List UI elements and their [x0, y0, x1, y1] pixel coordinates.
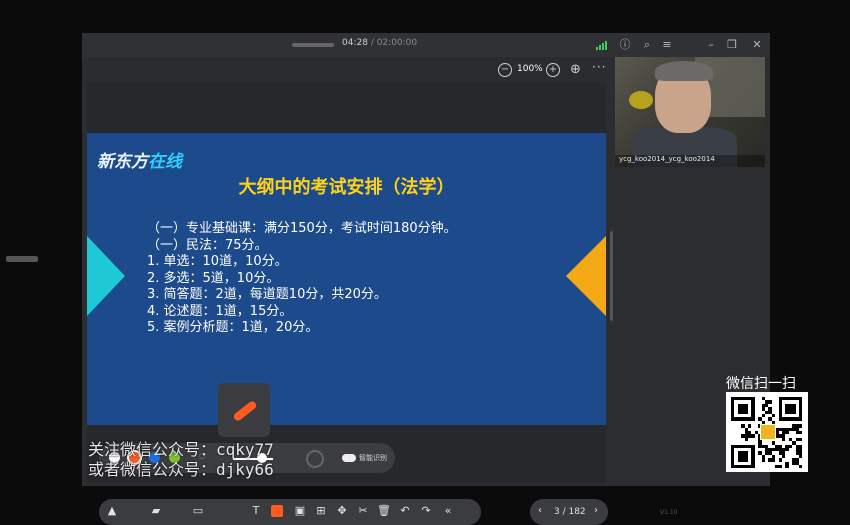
slide-line: 5. 案例分析题：1道，20分。 — [147, 320, 319, 335]
menu-icon[interactable]: ≡ — [660, 38, 674, 52]
watermark-line-2: 或者微信公众号：djky66 — [88, 460, 274, 479]
prev-slide-arrow[interactable] — [87, 236, 125, 316]
slide: 新东方在线 大纲中的考试安排（法学） （一）专业基础课：满分150分，考试时间1… — [87, 133, 606, 425]
qr-code — [726, 392, 808, 472]
zoom-out-icon[interactable]: − — [498, 63, 512, 77]
zoom-level: 100% — [517, 64, 543, 74]
smart-recognition-toggle[interactable] — [342, 454, 356, 462]
zoom-in-icon[interactable]: + — [546, 63, 560, 77]
player-window: 04:28 / 02:00:00 ⓘ ⌕ ≡ – ❐ ✕ − 100% + ⊕ … — [82, 33, 770, 525]
page-navigator: ‹ 3 / 182 › — [530, 499, 608, 525]
time-current: 04:28 — [342, 38, 368, 48]
more-icon[interactable]: ··· — [592, 60, 606, 74]
stroke-preview-icon — [306, 450, 324, 468]
teacher-video[interactable]: ycg_koo2014_ycg_koo2014 — [615, 57, 765, 167]
playback-progress[interactable] — [292, 43, 334, 47]
slide-area: 新东方在线 大纲中的考试安排（法学） （一）专业基础课：满分150分，考试时间1… — [87, 83, 608, 525]
slide-title: 大纲中的考试安排（法学） — [238, 177, 455, 198]
search-icon[interactable]: ⌕ — [640, 38, 654, 52]
logo-text-prefix: 新东方 — [97, 152, 148, 172]
signal-icon — [594, 38, 608, 52]
page-next-button[interactable]: › — [594, 505, 598, 516]
version-label: V1.10 — [660, 509, 678, 516]
page-prev-button[interactable]: ‹ — [538, 505, 542, 516]
minimize-icon[interactable]: – — [704, 38, 718, 52]
title-bar: 04:28 / 02:00:00 ⓘ ⌕ ≡ – ❐ ✕ — [82, 33, 770, 57]
annotation-toolbar: ▲ ▰ ▭ T ▣ ⊞ ✥ ✂ 🗑 ↶ ↷ « — [99, 499, 481, 525]
next-slide-arrow[interactable] — [566, 236, 606, 316]
slide-scrollbar[interactable] — [610, 231, 613, 321]
pen-icon — [232, 399, 258, 423]
slide-line: 3. 简答题：2道，每道题10分，共20分。 — [147, 287, 387, 302]
playback-time: 04:28 / 02:00:00 — [342, 38, 417, 48]
smart-recognition-label: 智能识别 — [359, 454, 387, 462]
qr-label: 微信扫一扫 — [726, 376, 796, 392]
restore-icon[interactable]: ❐ — [725, 38, 739, 52]
slide-body: （一）专业基础课：满分150分，考试时间180分钟。 （一）民法：75分。 1.… — [147, 221, 457, 337]
slide-line: 1. 单选：10道，10分。 — [147, 254, 288, 269]
slide-line: （一）专业基础课：满分150分，考试时间180分钟。 — [147, 221, 457, 236]
logo-text-suffix: 在线 — [148, 152, 182, 172]
slide-line: （一）民法：75分。 — [147, 237, 268, 253]
close-icon[interactable]: ✕ — [750, 38, 764, 52]
view-toolbar: − 100% + ⊕ ··· — [82, 57, 606, 83]
participant-name: ycg_koo2014_ycg_koo2014 — [615, 155, 765, 167]
info-icon[interactable]: ⓘ — [618, 38, 632, 52]
pen-tool-card[interactable] — [218, 383, 270, 437]
slide-line: 4. 论述题：1道，15分。 — [147, 303, 293, 319]
side-handle[interactable] — [6, 256, 38, 262]
brand-logo: 新东方在线 — [97, 147, 182, 172]
fit-screen-icon[interactable]: ⊕ — [570, 62, 581, 77]
shape-icon[interactable] — [271, 505, 283, 517]
slide-line: 2. 多选：5道，10分。 — [147, 270, 280, 286]
time-total: / 02:00:00 — [370, 38, 418, 48]
